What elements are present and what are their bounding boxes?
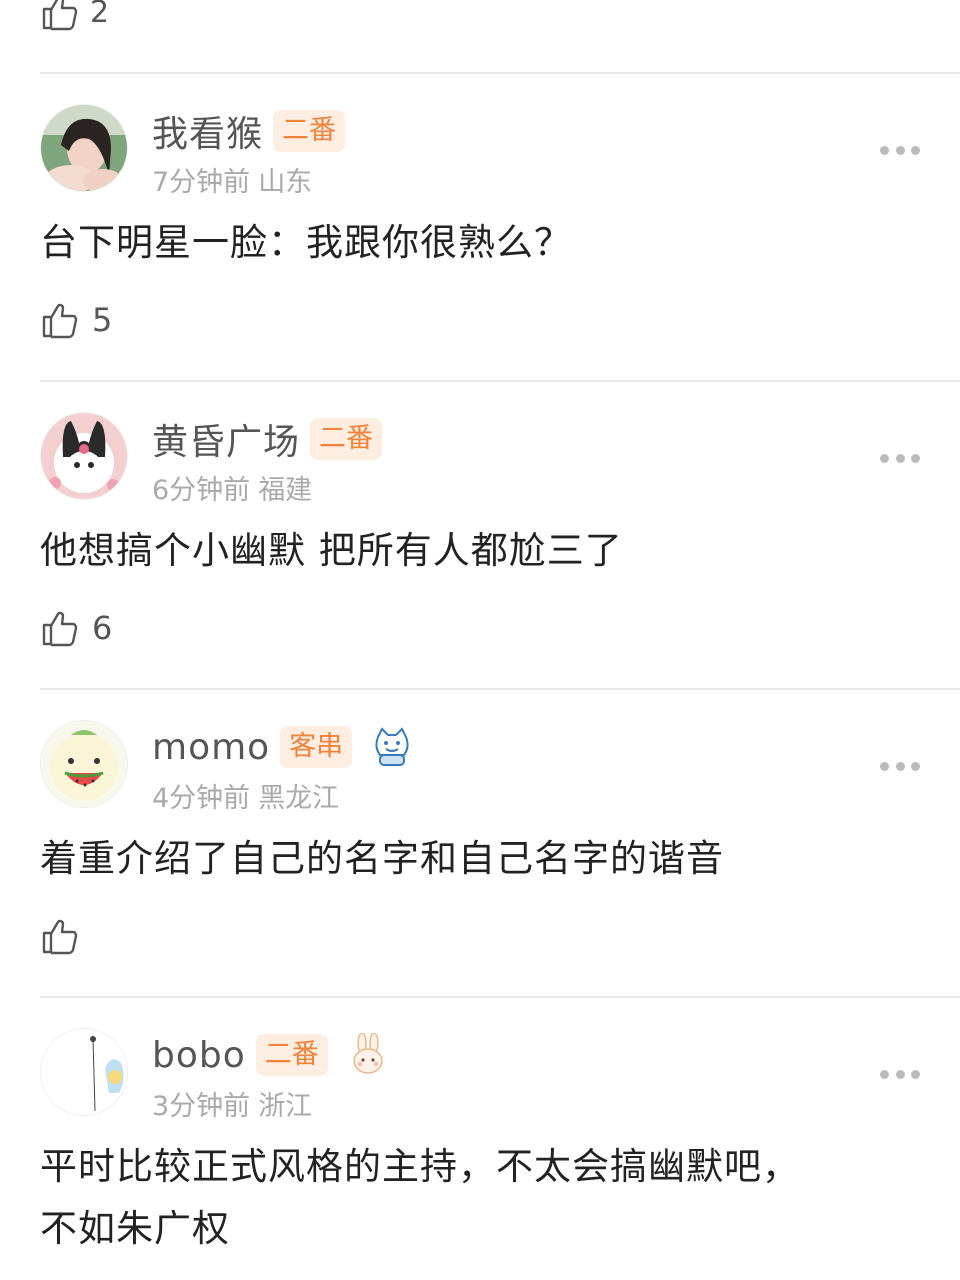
rank-badge: 二番 (273, 110, 346, 152)
location: 浙江 (258, 1091, 313, 1122)
avatar[interactable] (40, 412, 128, 500)
more-options-icon[interactable] (880, 1064, 920, 1084)
avatar[interactable] (40, 1028, 128, 1116)
timestamp: 3分钟前 (152, 1091, 251, 1122)
thumbs-up-icon (42, 0, 78, 31)
sketch-avatar-icon (41, 1029, 127, 1115)
comment-text-line: 不如朱广权 (40, 1207, 230, 1250)
like-count: 5 (92, 301, 113, 339)
rank-badge: 二番 (310, 418, 383, 460)
comment-text-line: 平时比较正式风格的主持，不太会搞幽默吧， (40, 1145, 800, 1188)
divider (40, 380, 960, 382)
comment-meta: 3分钟前 浙江 (152, 1084, 312, 1123)
thumbs-up-icon (42, 611, 78, 647)
timestamp: 4分钟前 (152, 783, 251, 814)
kuromi-avatar-icon (41, 413, 127, 499)
divider (40, 996, 960, 998)
like-button[interactable]: 2 (40, 0, 109, 32)
rank-badge: 二番 (255, 1034, 328, 1076)
comment-header: momo 客串 (152, 722, 414, 772)
comment-header: 我看猴 二番 (152, 105, 346, 157)
comment-meta: 6分钟前 福建 (152, 468, 312, 507)
thumbs-up-icon (42, 919, 78, 955)
avatar[interactable] (40, 104, 128, 192)
comment-meta: 7分钟前 山东 (152, 160, 312, 199)
username[interactable]: bobo (152, 1035, 246, 1076)
location: 山东 (258, 167, 313, 198)
like-count: 6 (92, 609, 113, 647)
more-options-icon[interactable] (880, 448, 920, 468)
like-count: 2 (90, 0, 110, 30)
comment-text: 台下明星一脸：我跟你很熟么？ (40, 221, 572, 264)
comment-text: 着重介绍了自己的名字和自己名字的谐音 (40, 837, 724, 880)
timestamp: 7分钟前 (152, 167, 251, 198)
comment-text: 他想搞个小幽默 把所有人都尬三了 (40, 529, 623, 572)
comment-meta: 4分钟前 黑龙江 (152, 776, 339, 815)
like-button[interactable]: 6 (40, 606, 112, 650)
comment-feed: 2 我看猴 二番 7分钟前 山东 台下明星一脸：我跟你很熟么？ 5 黄昏广场 二… (0, 0, 960, 1280)
username[interactable]: momo (152, 727, 270, 768)
avatar[interactable] (40, 720, 128, 808)
more-options-icon[interactable] (880, 756, 920, 776)
like-button[interactable] (40, 914, 92, 958)
location: 福建 (258, 475, 313, 506)
watermelon-face-avatar-icon (41, 721, 127, 807)
username[interactable]: 我看猴 (152, 105, 263, 157)
comment-header: 黄昏广场 二番 (152, 413, 383, 465)
location: 黑龙江 (258, 783, 340, 814)
like-button[interactable]: 5 (40, 298, 112, 342)
username[interactable]: 黄昏广场 (152, 413, 300, 465)
comment-text: 平时比较正式风格的主持，不太会搞幽默吧， 不如朱广权 (40, 1138, 920, 1258)
thumbs-up-icon (42, 303, 78, 339)
more-options-icon[interactable] (880, 140, 920, 160)
girl-photo-avatar-icon (41, 105, 127, 191)
rank-badge: 客串 (280, 726, 353, 768)
rabbit-mascot-icon (346, 1032, 390, 1077)
comment-header: bobo 二番 (152, 1030, 390, 1080)
cat-mascot-icon (370, 725, 414, 769)
divider (40, 688, 960, 690)
timestamp: 6分钟前 (152, 475, 251, 506)
divider (40, 72, 960, 74)
